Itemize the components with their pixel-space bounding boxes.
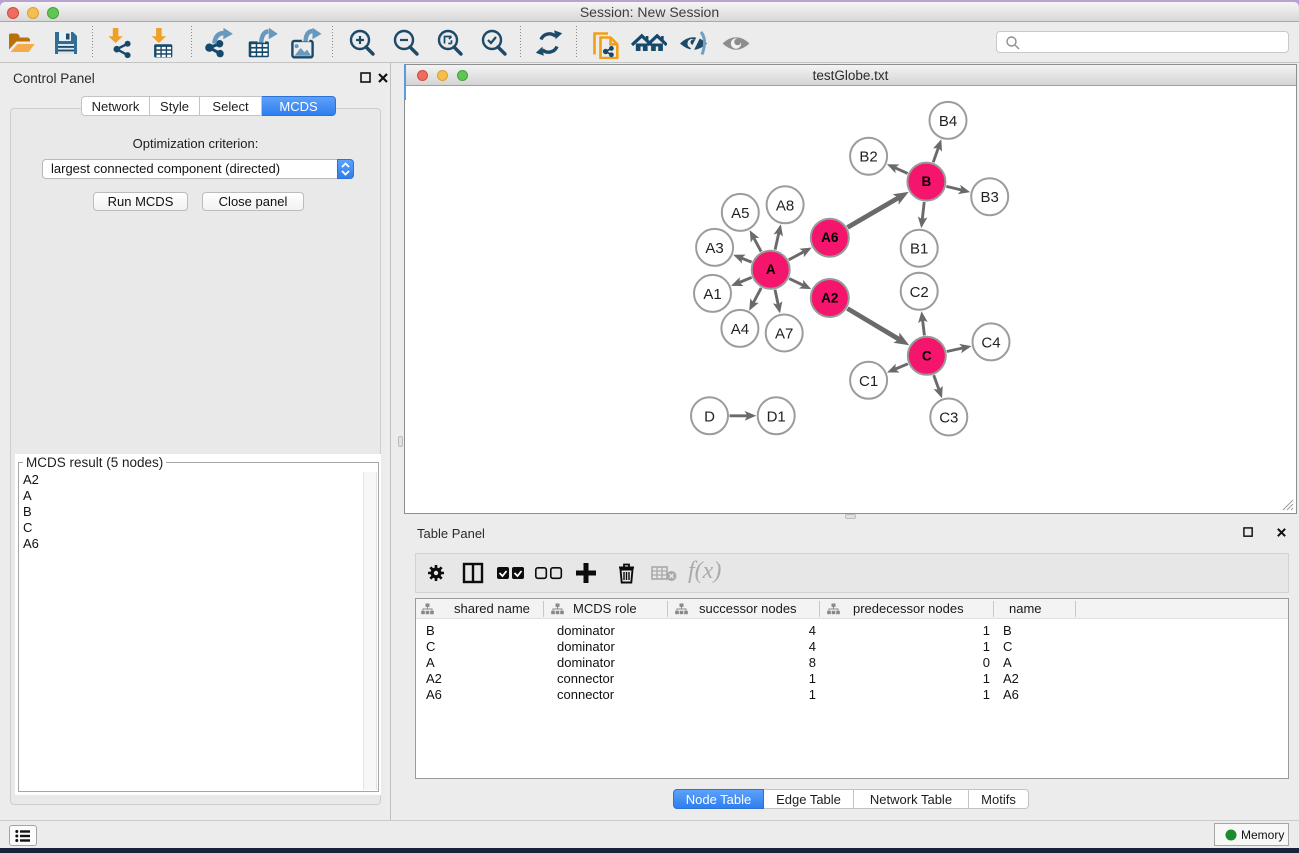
svg-text:A2: A2 — [821, 291, 838, 306]
svg-text:D: D — [704, 408, 715, 425]
svg-text:A3: A3 — [705, 240, 723, 257]
svg-text:B4: B4 — [939, 113, 957, 130]
svg-text:A: A — [766, 262, 776, 277]
svg-text:A1: A1 — [703, 286, 721, 303]
svg-text:B1: B1 — [910, 241, 928, 258]
svg-text:C3: C3 — [939, 410, 958, 427]
svg-text:C4: C4 — [981, 334, 1000, 351]
svg-text:D1: D1 — [767, 408, 786, 425]
svg-text:A4: A4 — [731, 321, 749, 338]
svg-text:B2: B2 — [859, 149, 877, 166]
svg-text:C: C — [922, 348, 932, 363]
svg-text:A7: A7 — [775, 326, 793, 343]
svg-text:A6: A6 — [821, 230, 839, 245]
svg-text:B: B — [922, 174, 932, 189]
svg-text:B3: B3 — [981, 189, 999, 206]
svg-text:C2: C2 — [910, 284, 929, 301]
svg-text:A5: A5 — [731, 205, 749, 222]
svg-text:C1: C1 — [859, 373, 878, 390]
svg-text:A8: A8 — [776, 197, 794, 214]
